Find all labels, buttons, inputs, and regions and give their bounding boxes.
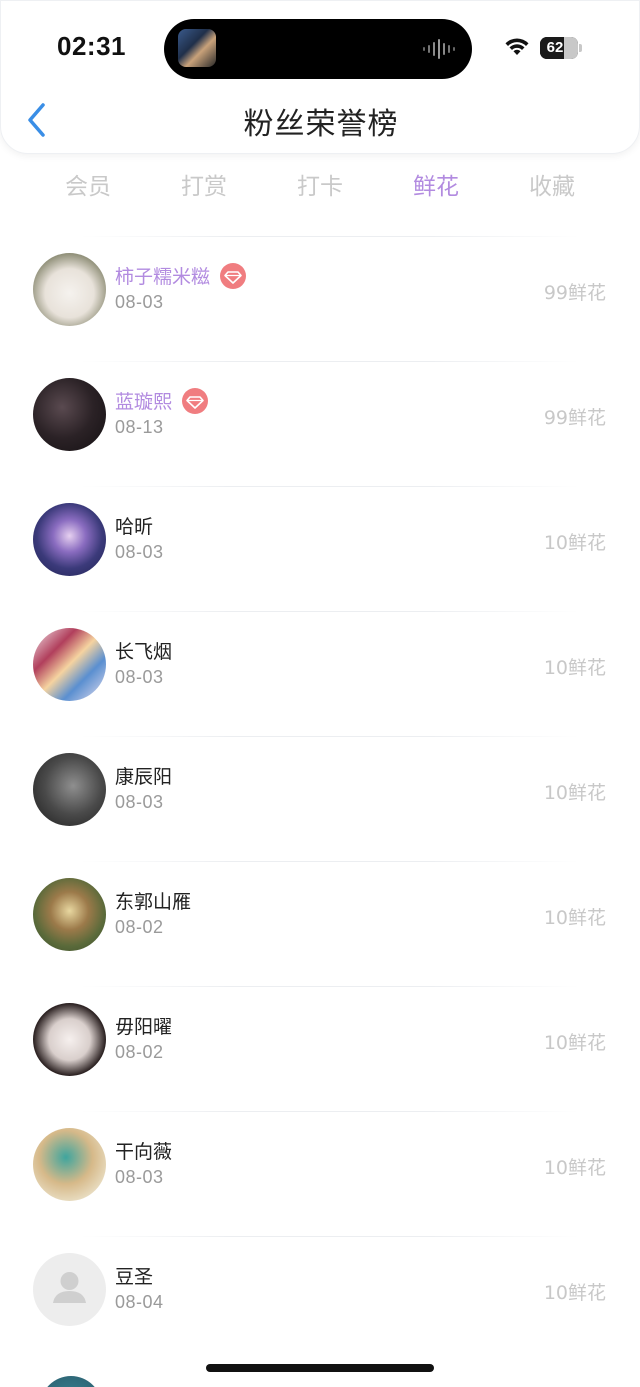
fan-list: 柿子糯米糍 08-03 99鲜花 蓝璇熙 08-13 99鲜花 哈昕 08-03… xyxy=(0,232,640,1357)
fan-date: 08-02 xyxy=(115,917,164,937)
fan-date: 08-03 xyxy=(115,1167,164,1187)
flower-amount: 10鲜花 xyxy=(543,907,606,929)
fan-date: 08-03 xyxy=(115,542,164,562)
flower-amount: 10鲜花 xyxy=(543,782,606,804)
flower-amount: 99鲜花 xyxy=(543,282,606,304)
tab-favorites[interactable]: 收藏 xyxy=(494,168,610,208)
default-user-icon xyxy=(53,1272,86,1303)
fan-name: 哈昕 xyxy=(115,516,154,538)
list-item[interactable]: 柿子糯米糍 08-03 99鲜花 xyxy=(0,232,640,357)
diamond-icon xyxy=(182,387,209,414)
flower-amount: 10鲜花 xyxy=(543,657,606,679)
fan-name: 毋阳曜 xyxy=(115,1016,173,1038)
fan-date: 08-04 xyxy=(115,1292,164,1312)
tab-tips[interactable]: 打赏 xyxy=(146,168,262,208)
flower-amount: 10鲜花 xyxy=(543,1032,606,1054)
list-item[interactable]: 长飞烟 08-03 10鲜花 xyxy=(0,607,640,732)
wifi-icon xyxy=(505,38,529,55)
home-indicator[interactable] xyxy=(206,1364,434,1372)
flower-amount: 10鲜花 xyxy=(543,532,606,554)
list-item[interactable]: 哈昕 08-03 10鲜花 xyxy=(0,482,640,607)
battery-indicator: 62 xyxy=(540,37,578,59)
fan-name-text: 柿子糯米糍 xyxy=(115,266,211,288)
avatar[interactable] xyxy=(33,753,106,826)
avatar[interactable] xyxy=(33,878,106,951)
fan-name: 长飞烟 xyxy=(115,641,173,663)
flower-amount: 10鲜花 xyxy=(543,1282,606,1304)
fan-name: 东郭山雁 xyxy=(115,891,192,913)
avatar[interactable] xyxy=(33,1003,106,1076)
list-item[interactable]: 东郭山雁 08-02 10鲜花 xyxy=(0,857,640,982)
page-title: 粉丝荣誉榜 xyxy=(243,107,399,142)
fan-name: 蓝璇熙 xyxy=(115,387,209,414)
fan-date: 08-03 xyxy=(115,792,164,812)
flower-amount: 99鲜花 xyxy=(543,407,606,429)
tab-flowers[interactable]: 鲜花 xyxy=(378,168,494,208)
list-item[interactable]: 康辰阳 08-03 10鲜花 xyxy=(0,732,640,857)
battery-label: 62 xyxy=(546,39,564,56)
avatar[interactable] xyxy=(33,1253,106,1326)
list-item[interactable]: 干向薇 08-03 10鲜花 xyxy=(0,1107,640,1232)
avatar[interactable] xyxy=(33,503,106,576)
fan-name: 柿子糯米糍 xyxy=(115,262,247,289)
diamond-icon xyxy=(220,262,247,289)
fan-date: 08-13 xyxy=(115,417,164,437)
fan-name: 豆圣 xyxy=(115,1266,154,1288)
list-item[interactable]: 毋阳曜 08-02 10鲜花 xyxy=(0,982,640,1107)
tab-bar: 会员 打赏 打卡 鲜花 收藏 xyxy=(30,168,610,208)
header-bar: 02:31 62 粉丝荣誉榜 xyxy=(0,0,640,154)
audio-wave-icon xyxy=(423,39,455,59)
list-item[interactable]: 豆圣 08-04 10鲜花 xyxy=(0,1232,640,1357)
fan-date: 08-03 xyxy=(115,292,164,312)
battery-tip xyxy=(579,44,582,52)
avatar[interactable] xyxy=(33,253,106,326)
status-time: 02:31 xyxy=(57,31,126,61)
tab-checkin[interactable]: 打卡 xyxy=(262,168,378,208)
flower-amount: 10鲜花 xyxy=(543,1157,606,1179)
fan-name-text: 蓝璇熙 xyxy=(115,391,173,413)
list-item[interactable]: 蓝璇熙 08-13 99鲜花 xyxy=(0,357,640,482)
fan-date: 08-02 xyxy=(115,1042,164,1062)
avatar[interactable] xyxy=(33,628,106,701)
tab-membership[interactable]: 会员 xyxy=(30,168,146,208)
avatar[interactable] xyxy=(33,1128,106,1201)
dynamic-island[interactable] xyxy=(164,19,472,79)
fan-name: 康辰阳 xyxy=(115,766,173,788)
now-playing-avatar xyxy=(178,29,216,67)
fan-name: 干向薇 xyxy=(115,1141,173,1163)
page: 02:31 62 粉丝荣誉榜 会员 打赏 打卡 鲜花 收藏 柿子糯米糍 08-0… xyxy=(0,0,640,1387)
avatar[interactable] xyxy=(33,378,106,451)
fan-date: 08-03 xyxy=(115,667,164,687)
avatar[interactable] xyxy=(40,1376,102,1387)
